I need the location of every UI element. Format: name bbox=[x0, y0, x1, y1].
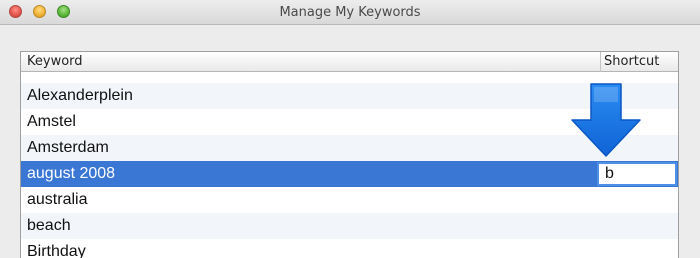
down-arrow-icon bbox=[571, 83, 641, 157]
keyword-cell: august 2008 bbox=[27, 165, 116, 182]
column-header-shortcut[interactable]: Shortcut bbox=[600, 52, 678, 72]
table-row-selected[interactable]: august 2008 b bbox=[21, 161, 678, 187]
table-row[interactable]: beach bbox=[21, 213, 678, 239]
table-row[interactable]: Birthday bbox=[21, 239, 678, 258]
table-header: Keyword Shortcut bbox=[21, 52, 678, 72]
column-header-keyword[interactable]: Keyword bbox=[27, 52, 587, 72]
keyword-cell: Amstel bbox=[27, 113, 76, 130]
shortcut-input[interactable]: b bbox=[597, 162, 677, 186]
keyword-cell: Amsterdam bbox=[27, 139, 109, 156]
keyword-cell: beach bbox=[27, 217, 71, 234]
keyword-cell: Alexanderplein bbox=[27, 87, 133, 104]
window-title: Manage My Keywords bbox=[279, 5, 421, 20]
title-bar: Manage My Keywords bbox=[0, 0, 700, 25]
keyword-cell: australia bbox=[27, 191, 88, 208]
keyword-cell: Birthday bbox=[27, 243, 86, 258]
table-row[interactable]: australia bbox=[21, 187, 678, 213]
